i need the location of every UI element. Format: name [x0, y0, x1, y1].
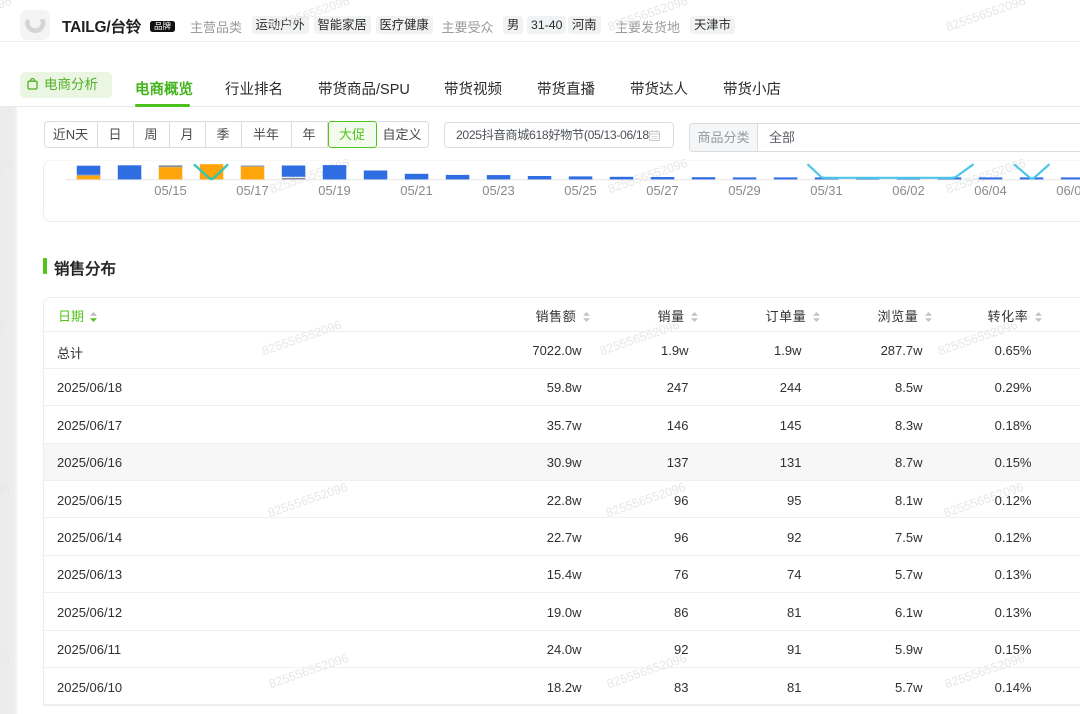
svg-text:05/23: 05/23	[482, 183, 515, 198]
svg-text:06/06: 06/06	[1056, 183, 1080, 198]
svg-text:05/27: 05/27	[646, 183, 679, 198]
svg-text:05/31: 05/31	[810, 183, 843, 198]
svg-text:05/21: 05/21	[400, 183, 433, 198]
svg-text:05/17: 05/17	[236, 183, 269, 198]
svg-text:05/15: 05/15	[154, 183, 187, 198]
svg-text:05/25: 05/25	[564, 183, 597, 198]
svg-text:05/19: 05/19	[318, 183, 351, 198]
svg-text:06/04: 06/04	[974, 183, 1007, 198]
svg-text:05/29: 05/29	[728, 183, 761, 198]
svg-text:06/02: 06/02	[892, 183, 925, 198]
